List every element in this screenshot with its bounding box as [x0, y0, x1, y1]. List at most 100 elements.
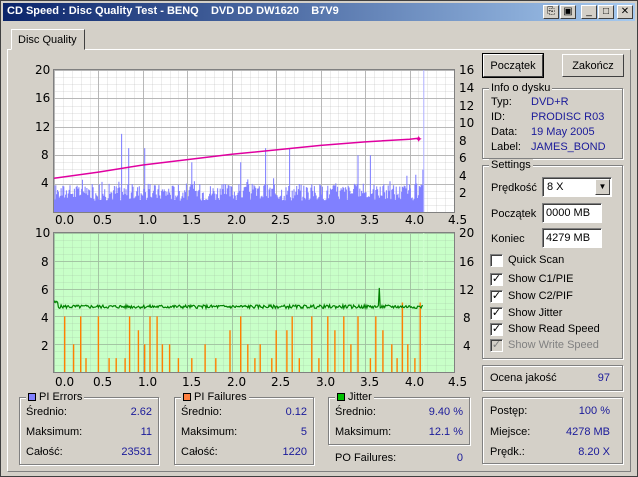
jitter-max-value: 12.1 %: [428, 426, 463, 438]
tick-label: 1.0: [138, 213, 158, 227]
tick-label: 16: [35, 91, 51, 105]
tick-label: 6: [41, 283, 49, 297]
pi-errors-legend-swatch: [28, 393, 36, 401]
info-label-value: JAMES_BOND: [531, 141, 606, 153]
tick-label: 0.5: [93, 375, 113, 389]
tick-label: 3.0: [316, 375, 336, 389]
tick-label: 3.5: [360, 213, 380, 227]
tick-label: 20: [35, 63, 51, 77]
tab-disc-quality[interactable]: Disc Quality: [11, 29, 85, 50]
speed-readout-label: Prędk.:: [490, 446, 525, 458]
tab-label: Disc Quality: [18, 34, 77, 46]
tick-label: 12: [459, 283, 475, 297]
end-label: Koniec: [491, 233, 525, 245]
jitter-avg-value: 9.40 %: [428, 406, 463, 418]
show-jitter-checkbox[interactable]: ✓: [490, 307, 503, 320]
start-button[interactable]: Początek: [482, 53, 544, 78]
progress-group: Postęp: 100 % Miejsce: 4278 MB Prędk.: 8…: [482, 397, 623, 464]
tick-label: 4: [41, 176, 49, 190]
pi-failures-title: PI Failures: [181, 391, 249, 403]
pi-failures-chart: [53, 232, 455, 373]
stop-button[interactable]: Zakończ: [562, 54, 624, 77]
pi-failures-legend-swatch: [183, 393, 191, 401]
show-c1-checkbox[interactable]: ✓: [490, 273, 503, 286]
tick-label: 1.5: [182, 375, 202, 389]
speed-select-value: 8 X: [547, 181, 564, 193]
pif-max-label: Maksimum:: [181, 426, 238, 438]
pi-errors-title-text: PI Errors: [39, 391, 83, 403]
quick-scan-checkbox[interactable]: [490, 254, 503, 267]
pi-errors-title: PI Errors: [26, 391, 85, 403]
po-failures-value: 0: [456, 452, 463, 464]
tick-label: 3.5: [360, 375, 380, 389]
tick-label: 12: [459, 99, 475, 113]
tick-label: 2.0: [227, 213, 247, 227]
plot-background: [54, 233, 454, 372]
show-read-speed-label: Show Read Speed: [508, 323, 600, 335]
read-speed-end-marker: ✦: [414, 134, 422, 145]
show-c2-checkbox[interactable]: ✓: [490, 290, 503, 303]
tick-label: 4: [463, 339, 471, 353]
po-failures-label: PO Failures:: [335, 452, 397, 464]
tick-label: 2: [459, 186, 467, 200]
tick-label: 4: [41, 311, 49, 325]
pie-avg-value: 2.62: [130, 406, 152, 418]
pif-avg-label: Średnio:: [181, 406, 222, 418]
position-value: 4278 MB: [565, 426, 610, 438]
progress-label: Postęp:: [490, 405, 528, 417]
jitter-legend-swatch: [337, 393, 345, 401]
info-date-label: Data:: [491, 126, 518, 138]
tick-label: 14: [459, 81, 475, 95]
tick-label: 6: [459, 151, 467, 165]
show-read-speed-checkbox[interactable]: ✓: [490, 323, 503, 336]
tick-label: 12: [35, 120, 51, 134]
show-write-speed-label: Show Write Speed: [508, 339, 599, 351]
window-title: CD Speed : Disc Quality Test - BENQ DVD …: [7, 5, 339, 17]
position-label: Miejsce:: [490, 426, 531, 438]
info-id-value: PRODISC R03: [531, 111, 605, 123]
disc-info-group: Info o dysku Typ: DVD+R ID: PRODISC R03 …: [482, 82, 623, 159]
pif-total-label: Całość:: [181, 446, 218, 458]
info-date-value: 19 May 2005: [531, 126, 595, 138]
show-jitter-label: Show Jitter: [508, 307, 563, 319]
tick-label: 4.0: [405, 375, 425, 389]
close-button[interactable]: ✕: [617, 5, 633, 19]
tick-label: 2.5: [271, 375, 291, 389]
pie-total-label: Całość:: [26, 446, 63, 458]
speed-select[interactable]: 8 X ▼: [542, 177, 612, 197]
tick-label: 2.5: [271, 213, 291, 227]
tick-label: 10: [459, 116, 475, 130]
speed-readout-value: 8.20 X: [578, 446, 610, 458]
chevron-down-icon[interactable]: ▼: [595, 179, 610, 195]
info-type-label: Typ:: [491, 96, 512, 108]
tick-label: 4.5: [448, 375, 468, 389]
start-input[interactable]: 0000 MB: [542, 203, 602, 223]
tick-label: 4.5: [448, 213, 468, 227]
pif-avg-value: 0.12: [285, 406, 307, 418]
settings-group: Settings Prędkość 8 X ▼ Początek 0000 MB…: [482, 159, 623, 359]
maximize-button[interactable]: □: [598, 5, 614, 19]
info-label-label: Label:: [491, 141, 521, 153]
tick-label: 8: [459, 134, 467, 148]
pif-max-value: 5: [300, 426, 307, 438]
minimize-button[interactable]: _: [581, 5, 597, 19]
tick-label: 1.5: [182, 213, 202, 227]
jitter-title-text: Jitter: [348, 391, 372, 403]
tick-label: 2.0: [227, 375, 247, 389]
title-bar[interactable]: CD Speed : Disc Quality Test - BENQ DVD …: [3, 3, 635, 21]
disc-info-title: Info o dysku: [489, 82, 553, 94]
pi-failures-title-text: PI Failures: [194, 391, 247, 403]
pie-total-value: 23531: [121, 446, 152, 458]
end-input[interactable]: 4279 MB: [542, 228, 602, 248]
tick-label: 0.0: [55, 375, 75, 389]
tick-label: 4: [459, 169, 467, 183]
copy-icon[interactable]: ⎘: [543, 5, 559, 19]
show-c2-label: Show C2/PIF: [508, 290, 573, 302]
tick-label: 3.0: [316, 213, 336, 227]
info-type-value: DVD+R: [531, 96, 569, 108]
show-write-speed-checkbox: ✓: [490, 339, 503, 352]
jitter-group: Jitter Średnio: 9.40 % Maksimum: 12.1 %: [328, 391, 470, 445]
start-label: Początek: [491, 208, 537, 220]
progress-value: 100 %: [578, 405, 610, 417]
save-icon[interactable]: ▣: [560, 5, 576, 19]
